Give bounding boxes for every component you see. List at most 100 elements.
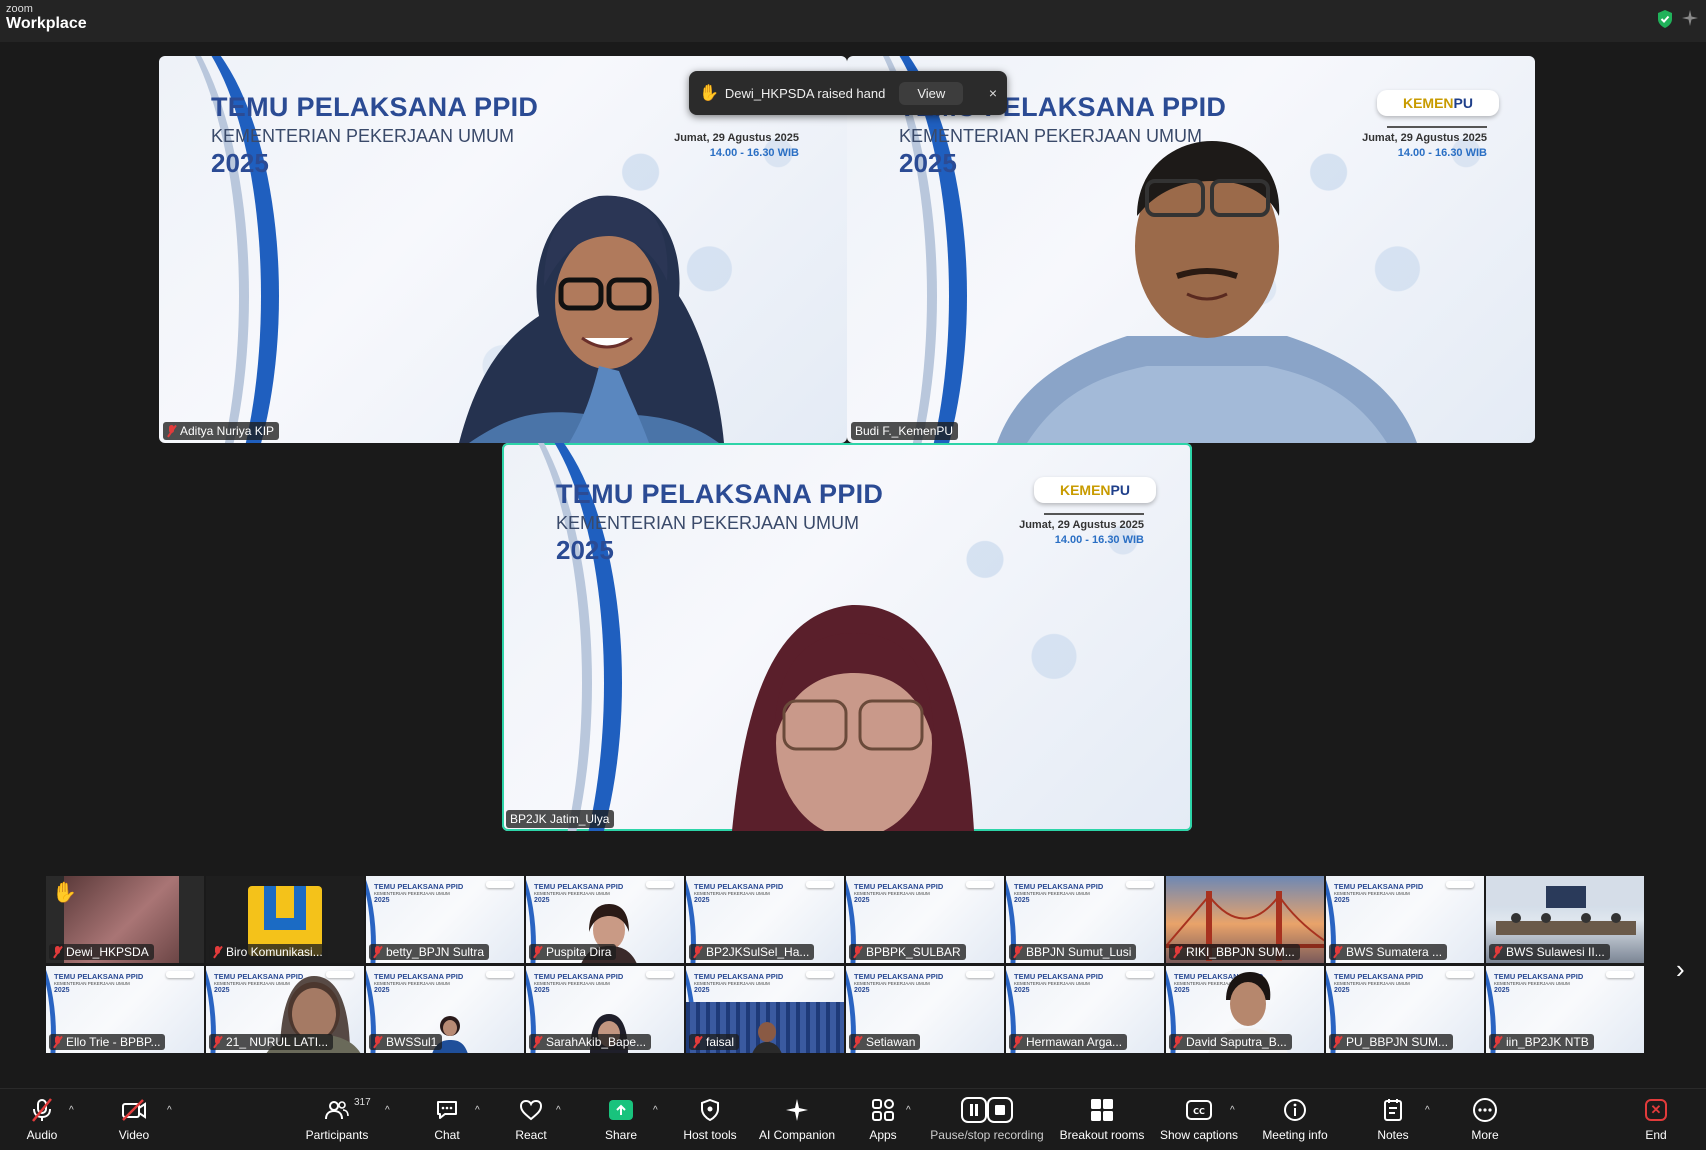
view-button[interactable]: View xyxy=(899,81,964,105)
thumbnail-tile[interactable]: TEMU PELAKSANA PPID KEMENTERIAN PEKERJAAN… xyxy=(1326,876,1485,964)
slide-year: 2025 xyxy=(694,897,710,904)
mic-muted-icon xyxy=(53,1036,62,1048)
breakout-rooms-label: Breakout rooms xyxy=(1059,1128,1145,1142)
participants-button[interactable]: Participants xyxy=(282,1097,392,1142)
video-options-caret-icon[interactable]: ^ xyxy=(167,1105,172,1116)
logo-part-b: PU xyxy=(1453,95,1473,111)
participant-name: Hermawan Arga... xyxy=(1026,1035,1123,1049)
thumbnail-tile[interactable]: TEMU PELAKSANA PPID KEMENTERIAN PEKERJAAN… xyxy=(46,966,205,1054)
video-tile-active-speaker[interactable]: TEMU PELAKSANA PPID KEMENTERIAN PEKERJAA… xyxy=(502,443,1192,831)
chat-icon xyxy=(437,1101,457,1119)
kemenpu-logo xyxy=(486,881,514,888)
thumbnail-tile[interactable]: RIKI_BBPJN SUM... xyxy=(1166,876,1325,964)
thumbnail-tile[interactable]: TEMU PELAKSANA PPID KEMENTERIAN PEKERJAAN… xyxy=(1006,876,1165,964)
show-captions-button[interactable]: CC Show captions xyxy=(1144,1097,1254,1142)
mic-muted-icon xyxy=(1333,946,1342,958)
thumbnail-tile[interactable]: TEMU PELAKSANA PPID KEMENTERIAN PEKERJAAN… xyxy=(1006,966,1165,1054)
raised-hand-icon: ✋ xyxy=(52,882,77,904)
breakout-rooms-button[interactable]: Breakout rooms xyxy=(1047,1097,1157,1142)
participant-name: David Saputra_B... xyxy=(1186,1035,1287,1049)
notification-text: Dewi_HKPSDA raised hand xyxy=(724,85,886,101)
participant-name-tag: 21_ NURUL LATI... xyxy=(209,1034,334,1050)
participant-thumbnail-strip: ✋ Dewi_HKPSDA Biro Komunikasi... TEMU PE… xyxy=(46,876,1648,1056)
participants-options-caret-icon[interactable]: ^ xyxy=(385,1105,390,1116)
ai-sparkle-icon[interactable] xyxy=(1682,10,1698,26)
thumbnail-tile[interactable]: ✋ Dewi_HKPSDA xyxy=(46,876,205,964)
thumbnail-tile[interactable]: Biro Komunikasi... xyxy=(206,876,365,964)
slide-year: 2025 xyxy=(1014,897,1030,904)
mic-muted-icon xyxy=(1173,946,1182,958)
notes-label: Notes xyxy=(1377,1128,1409,1142)
participant-name: SarahAkib_Bape... xyxy=(546,1035,647,1049)
thumbnail-tile[interactable]: TEMU PELAKSANA PPID KEMENTERIAN PEKERJAAN… xyxy=(686,966,845,1054)
slide-year: 2025 xyxy=(854,897,870,904)
mic-muted-icon xyxy=(693,946,702,958)
kemenpu-logo xyxy=(646,971,674,978)
thumbnail-tile[interactable]: TEMU PELAKSANA PPID KEMENTERIAN PEKERJAAN… xyxy=(1326,966,1485,1054)
participant-name: 21_ NURUL LATI... xyxy=(226,1035,329,1049)
slide-time: 14.00 - 16.30 WIB xyxy=(709,147,799,159)
slide-title: TEMU PELAKSANA PPID xyxy=(534,882,624,891)
mic-muted-icon xyxy=(1173,1036,1182,1048)
meeting-info-button[interactable]: Meeting info xyxy=(1240,1097,1350,1142)
end-meeting-icon: ✕ xyxy=(1645,1099,1667,1121)
apps-options-caret-icon[interactable]: ^ xyxy=(906,1105,911,1116)
slide-title: TEMU PELAKSANA PPID xyxy=(556,479,884,509)
thumbnail-tile[interactable]: TEMU PELAKSANA PPID KEMENTERIAN PEKERJAAN… xyxy=(1166,966,1325,1054)
slide-subtitle: KEMENTERIAN PEKERJAAN UMUM xyxy=(1334,981,1410,986)
participant-name-tag: Dewi_HKPSDA xyxy=(49,944,154,960)
more-button[interactable]: More xyxy=(1430,1097,1540,1142)
slide-year: 2025 xyxy=(1174,987,1190,994)
thumbnail-tile[interactable]: BWS Sulawesi II... xyxy=(1486,876,1645,964)
mic-muted-icon xyxy=(32,1098,52,1122)
brand-big: Workplace xyxy=(6,15,87,32)
next-page-chevron-icon[interactable]: › xyxy=(1676,954,1685,985)
thumbnail-tile[interactable]: TEMU PELAKSANA PPID KEMENTERIAN PEKERJAAN… xyxy=(846,966,1005,1054)
participant-name: RIKI_BBPJN SUM... xyxy=(1186,945,1295,959)
zoom-logo: zoom Workplace xyxy=(6,4,87,32)
end-meeting-button[interactable]: ✕ End xyxy=(1601,1097,1706,1142)
share-label: Share xyxy=(604,1128,638,1142)
slide-date: Jumat, 29 Agustus 2025 xyxy=(1019,519,1144,531)
thumbnail-tile[interactable]: TEMU PELAKSANA PPID KEMENTERIAN PEKERJAAN… xyxy=(366,876,525,964)
slide-title: TEMU PELAKSANA PPID xyxy=(211,92,539,122)
notes-options-caret-icon[interactable]: ^ xyxy=(1425,1105,1430,1116)
mic-muted-icon xyxy=(373,946,382,958)
thumbnail-tile[interactable]: TEMU PELAKSANA PPID KEMENTERIAN PEKERJAAN… xyxy=(526,966,685,1054)
participant-name: Ello Trie - BPBP... xyxy=(66,1035,161,1049)
slide-title: TEMU PELAKSANA PPID xyxy=(854,882,944,891)
thumbnail-tile[interactable]: TEMU PELAKSANA PPID KEMENTERIAN PEKERJAAN… xyxy=(206,966,365,1054)
close-notification-button[interactable]: × xyxy=(989,85,997,101)
participants-label: Participants xyxy=(305,1128,369,1142)
slide-year: 2025 xyxy=(54,987,70,994)
end-label: End xyxy=(1645,1128,1667,1142)
slide-year: 2025 xyxy=(1494,987,1510,994)
thumbnail-tile[interactable]: TEMU PELAKSANA PPID KEMENTERIAN PEKERJAAN… xyxy=(526,876,685,964)
participant-name-tag: SarahAkib_Bape... xyxy=(529,1034,652,1050)
notes-icon xyxy=(1384,1099,1402,1121)
kemenpu-logo: KEMEN PU xyxy=(1377,90,1499,116)
kemenpu-logo xyxy=(486,971,514,978)
participant-video xyxy=(459,195,724,443)
apps-button[interactable]: Apps xyxy=(828,1097,938,1142)
mic-muted-icon xyxy=(1013,1036,1022,1048)
recording-button[interactable]: Pause/stop recording xyxy=(930,1097,1044,1142)
participant-name: Aditya Nuriya KIP xyxy=(180,424,275,438)
info-icon xyxy=(1284,1099,1306,1121)
thumbnail-tile[interactable]: TEMU PELAKSANA PPID KEMENTERIAN PEKERJAAN… xyxy=(366,966,525,1054)
mic-muted-icon xyxy=(533,1036,542,1048)
slide-year: 2025 xyxy=(854,987,870,994)
thumbnail-tile[interactable]: TEMU PELAKSANA PPID KEMENTERIAN PEKERJAAN… xyxy=(846,876,1005,964)
audio-options-caret-icon[interactable]: ^ xyxy=(69,1105,74,1116)
react-options-caret-icon[interactable]: ^ xyxy=(556,1105,561,1116)
encryption-shield-icon[interactable] xyxy=(1656,9,1674,29)
participant-name: Setiawan xyxy=(866,1035,916,1049)
video-button[interactable]: Video xyxy=(79,1097,189,1142)
slide-title: TEMU PELAKSANA PPID xyxy=(1014,972,1104,981)
slide-year: 2025 xyxy=(534,897,550,904)
thumbnail-tile[interactable]: TEMU PELAKSANA PPID KEMENTERIAN PEKERJAAN… xyxy=(1486,966,1645,1054)
captions-options-caret-icon[interactable]: ^ xyxy=(1230,1105,1235,1116)
apps-icon xyxy=(872,1099,894,1121)
chat-label: Chat xyxy=(434,1128,460,1142)
thumbnail-tile[interactable]: TEMU PELAKSANA PPID KEMENTERIAN PEKERJAAN… xyxy=(686,876,845,964)
